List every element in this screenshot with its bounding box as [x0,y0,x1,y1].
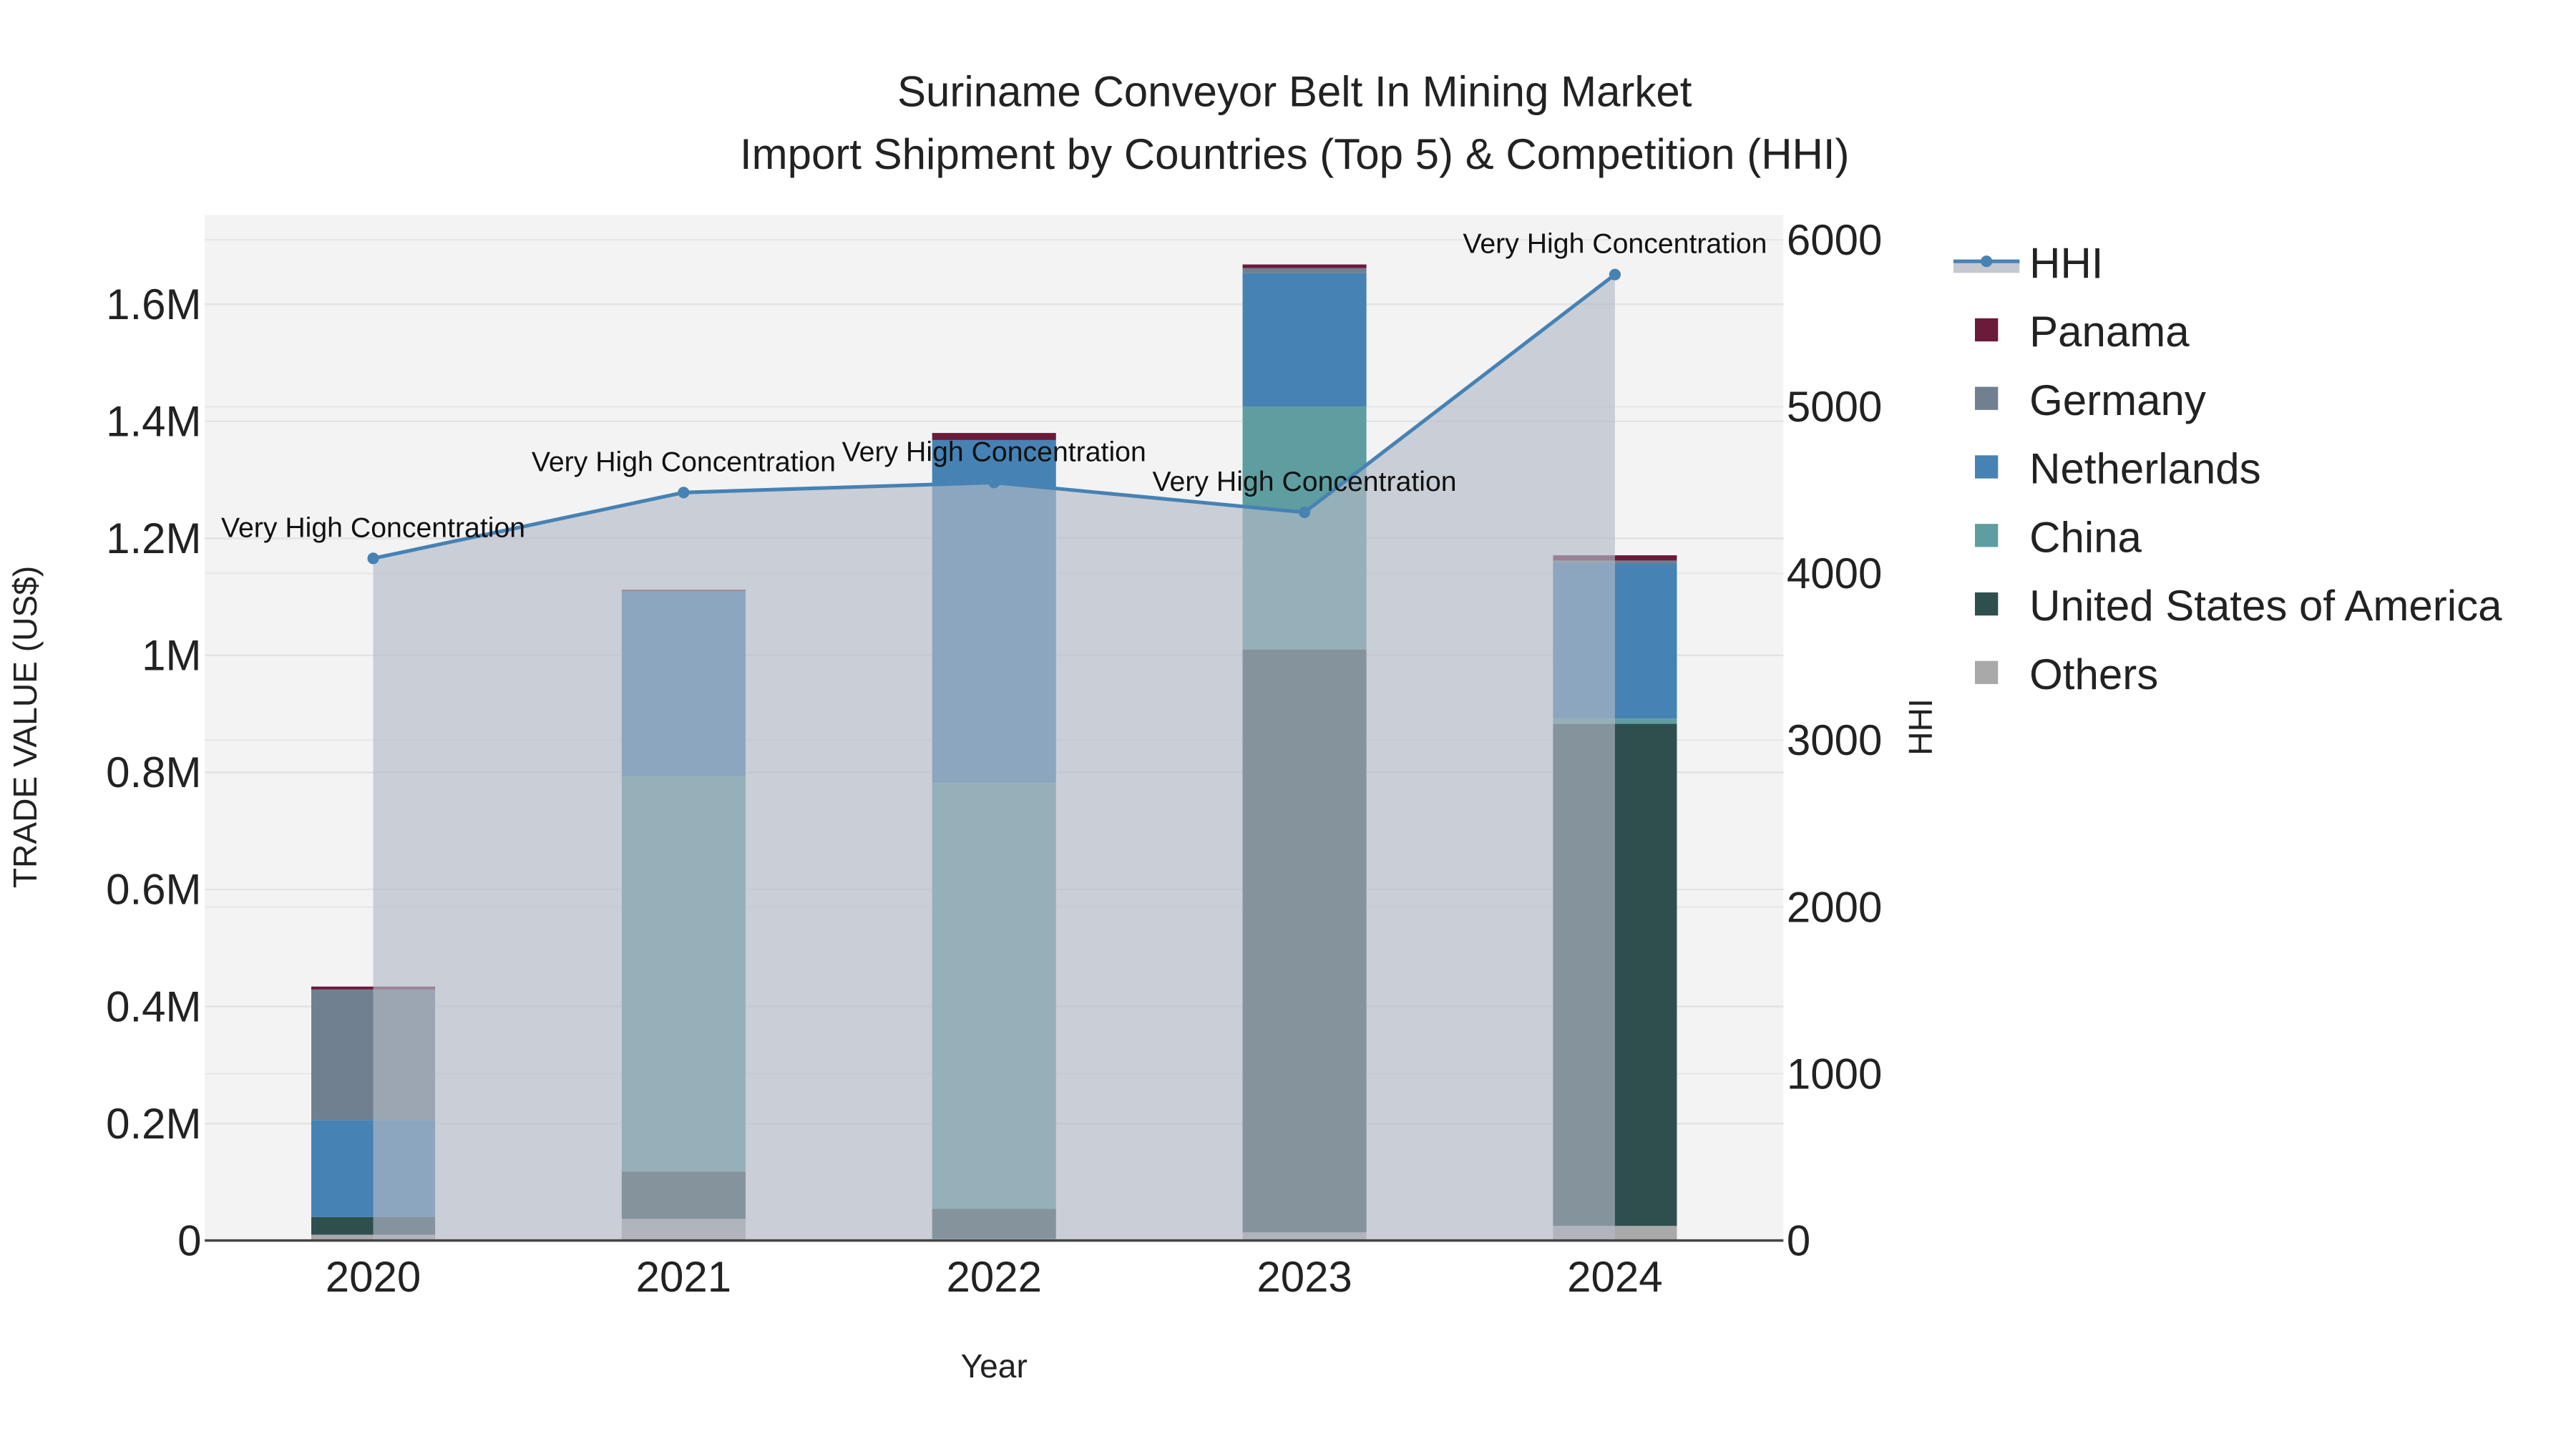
y2-tick-label: 1000 [1787,1050,1882,1098]
x-axis-title: Year [961,1347,1028,1385]
y-tick-label: 0 [177,1216,201,1264]
chart: Suriname Conveyor Belt In Mining Market … [6,67,2502,1385]
legend-item-panama[interactable]: Panama [1975,308,2190,356]
chart-subtitle: Import Shipment by Countries (Top 5) & C… [740,130,1850,178]
y2-tick-label: 2000 [1787,883,1882,931]
legend-item-china[interactable]: China [1975,513,2142,561]
y-tick-label: 0.4M [106,982,201,1030]
x-tick-label: 2022 [946,1253,1041,1301]
y2-tick-label: 5000 [1787,383,1882,431]
bar-panama-2023 [1242,264,1367,268]
x-tick-label: 2020 [326,1253,421,1301]
legend-label: HHI [2029,239,2103,287]
legend-swatch [1975,455,1999,479]
y-tick-label: 0.6M [106,866,201,914]
x-tick-label: 2021 [636,1253,731,1301]
x-tick-label: 2023 [1257,1253,1352,1301]
legend-item-hhi[interactable]: HHI [1953,239,2103,287]
hhi-point [367,552,379,565]
legend-swatch [1975,386,1999,410]
hhi-point [678,487,690,499]
legend-swatch [1975,592,1999,616]
legend-item-netherlands[interactable]: Netherlands [1975,445,2261,493]
y-axis-title: TRADE VALUE (US$) [6,566,44,888]
legend-item-germany[interactable]: Germany [1975,376,2206,424]
y2-tick-label: 6000 [1787,216,1882,264]
y-tick-label: 1M [142,632,201,680]
y2-tick-label: 3000 [1787,716,1882,764]
hhi-annotation: Very High Concentration [221,512,525,543]
bar-netherlands-2023 [1242,273,1367,407]
legend-item-united-states-of-america[interactable]: United States of America [1975,582,2502,630]
hhi-annotation: Very High Concentration [1153,466,1457,497]
y-tick-label: 1.4M [106,398,201,446]
bar-germany-2023 [1242,268,1367,273]
y-tick-label: 0.8M [106,748,201,796]
legend-label: Germany [2029,376,2206,424]
legend-swatch [1975,524,1999,547]
hhi-point [1609,268,1621,280]
legend-label: United States of America [2029,582,2502,630]
legend-swatch [1975,660,1999,684]
hhi-annotation: Very High Concentration [842,436,1146,467]
hhi-annotation: Very High Concentration [532,446,836,477]
y2-tick-label: 4000 [1787,550,1882,597]
hhi-point [1299,506,1311,519]
chart-title: Suriname Conveyor Belt In Mining Market [897,67,1692,115]
hhi-annotation: Very High Concentration [1463,228,1767,260]
y2-tick-label: 0 [1787,1216,1810,1264]
y2-axis-title: HHI [1902,698,1939,755]
legend-item-others[interactable]: Others [1975,650,2158,698]
y-tick-label: 1.6M [106,280,201,328]
y-tick-label: 0.2M [106,1100,201,1148]
hhi-point [988,477,1000,489]
legend-label: Netherlands [2029,445,2261,493]
x-tick-label: 2024 [1567,1253,1662,1301]
y-tick-label: 1.2M [106,514,201,562]
legend-swatch-marker [1981,255,1993,268]
legend-swatch [1975,318,1999,342]
legend-label: Panama [2029,308,2190,356]
legend-label: China [2029,513,2142,561]
legend-label: Others [2029,650,2158,698]
